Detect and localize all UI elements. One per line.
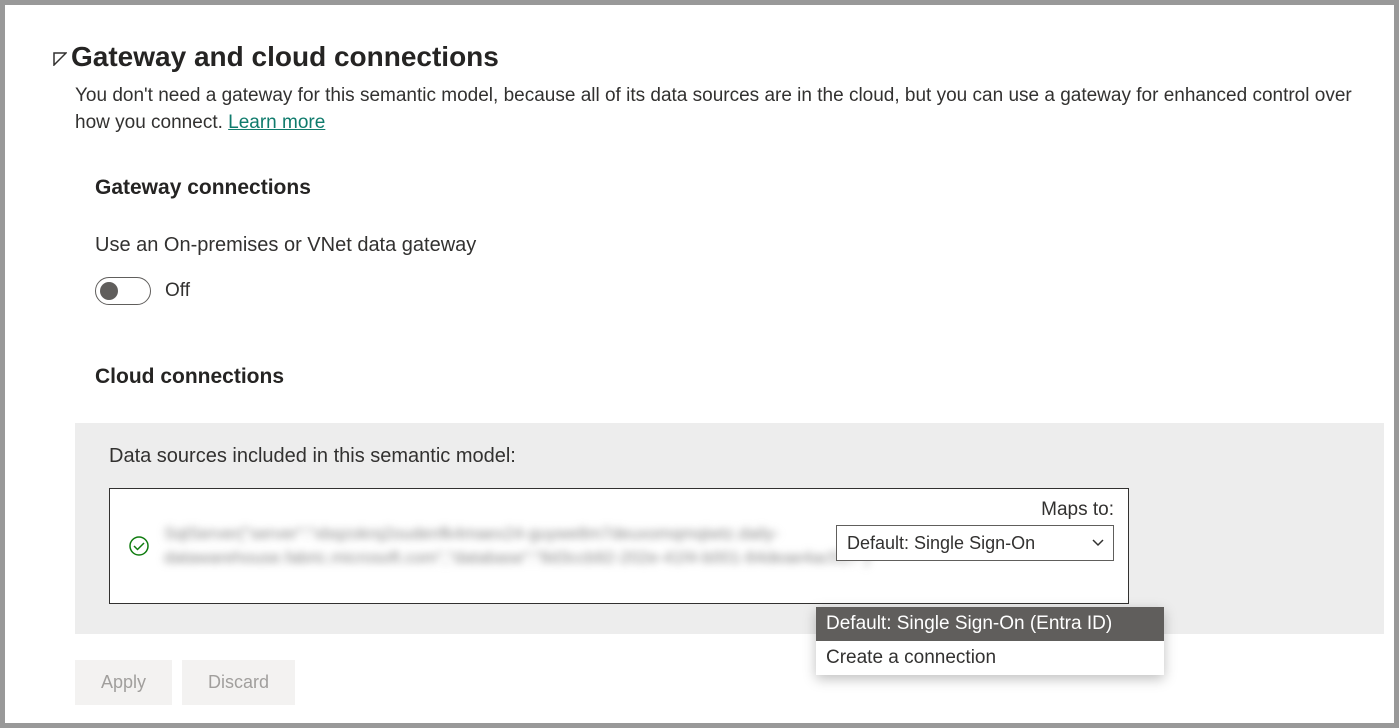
maps-to-dropdown-list: Default: Single Sign-On (Entra ID) Creat… [816, 607, 1164, 675]
dropdown-selected-text: Default: Single Sign-On [847, 533, 1035, 554]
datasource-row: SqlServer("server":"xbqzokrq2oudenfk4mae… [109, 488, 1129, 604]
dropdown-option-create[interactable]: Create a connection [816, 641, 1164, 675]
maps-to-dropdown[interactable]: Default: Single Sign-On [836, 525, 1114, 561]
cloud-panel-label: Data sources included in this semantic m… [109, 445, 1358, 468]
toggle-knob [100, 282, 118, 300]
learn-more-link[interactable]: Learn more [228, 112, 325, 133]
gateway-connections-heading: Gateway connections [95, 176, 1384, 200]
gateway-toggle-row: Off [95, 277, 1384, 305]
dropdown-option-sso[interactable]: Default: Single Sign-On (Entra ID) [816, 607, 1164, 641]
section-description: You don't need a gateway for this semant… [75, 83, 1384, 136]
maps-to-column: Maps to: Default: Single Sign-On Default… [836, 499, 1114, 561]
status-ok-icon [128, 535, 150, 557]
gateway-toggle-state: Off [165, 280, 190, 302]
maps-to-label: Maps to: [1041, 499, 1114, 521]
apply-button[interactable]: Apply [75, 660, 172, 705]
action-row: Apply Discard [75, 660, 1384, 705]
gateway-toggle[interactable] [95, 277, 151, 305]
page-title: Gateway and cloud connections [71, 41, 499, 73]
cloud-connections-heading: Cloud connections [95, 365, 1384, 389]
discard-button[interactable]: Discard [182, 660, 295, 705]
collapse-icon[interactable] [53, 52, 67, 66]
settings-panel: Gateway and cloud connections You don't … [5, 5, 1394, 715]
gateway-connections-section: Gateway connections Use an On-premises o… [95, 176, 1384, 389]
chevron-down-icon [1091, 533, 1105, 554]
section-header: Gateway and cloud connections [53, 41, 1384, 73]
gateway-toggle-label: Use an On-premises or VNet data gateway [95, 234, 1384, 257]
cloud-connections-panel: Data sources included in this semantic m… [75, 423, 1384, 634]
